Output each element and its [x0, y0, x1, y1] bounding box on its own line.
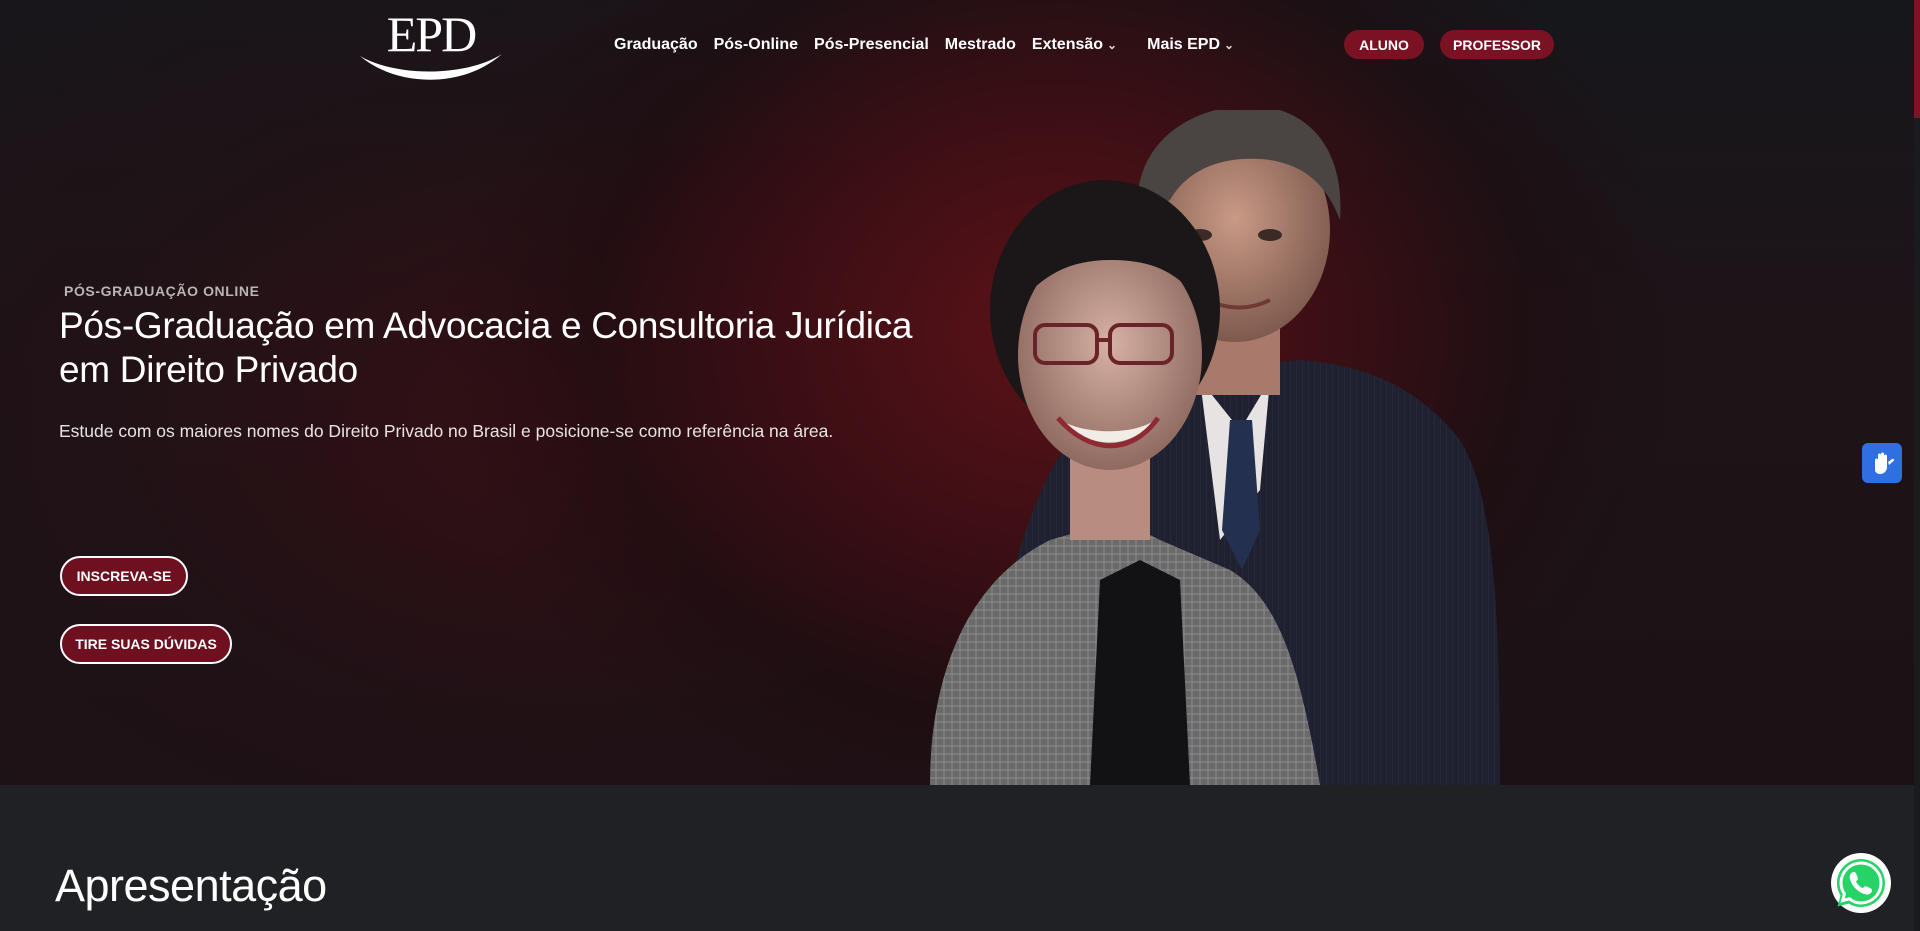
scrollbar-thumb[interactable] [1914, 0, 1920, 118]
chevron-down-icon: ⌄ [1224, 38, 1235, 52]
epd-logo[interactable]: EPD [358, 8, 504, 80]
scrollbar[interactable] [1914, 0, 1920, 931]
nav-extensao[interactable]: Extensão ⌄ [1032, 36, 1117, 54]
nav-pos-presencial[interactable]: Pós-Presencial [814, 36, 929, 54]
whatsapp-icon [1832, 854, 1890, 912]
chevron-down-icon: ⌄ [1107, 38, 1118, 52]
inscreva-se-button[interactable]: INSCREVA-SE [60, 556, 188, 596]
vlibras-hands-icon [1875, 452, 1895, 474]
page: EPD Graduação Pós-Online Pós-Presencial … [0, 0, 1920, 931]
main-nav: Graduação Pós-Online Pós-Presencial Mest… [614, 33, 1250, 57]
nav-mais-epd[interactable]: Mais EPD ⌄ [1147, 36, 1234, 54]
hero-subtitle: Estude com os maiores nomes do Direito P… [59, 421, 834, 441]
nav-pos-online-label: Pós-Online [713, 36, 799, 53]
hero-eyebrow: PÓS-GRADUAÇÃO ONLINE [64, 283, 260, 299]
tire-duvidas-button[interactable]: TIRE SUAS DÚVIDAS [60, 624, 232, 664]
nav-mestrado-label: Mestrado [944, 36, 1016, 53]
site-header: EPD Graduação Pós-Online Pós-Presencial … [0, 0, 1914, 90]
whatsapp-button[interactable] [1831, 853, 1891, 913]
nav-graduacao[interactable]: Graduação [614, 36, 698, 54]
professor-button[interactable]: PROFESSOR [1440, 30, 1554, 59]
nav-extensao-label: Extensão [1031, 36, 1104, 53]
vlibras-accessibility-button[interactable] [1862, 443, 1902, 483]
hero-title: Pós-Graduação em Advocacia e Consultoria… [59, 305, 913, 390]
nav-mais-epd-label: Mais EPD [1147, 36, 1221, 53]
hero-photo [930, 110, 1500, 785]
logo-swoosh-icon [360, 54, 502, 80]
nav-pos-online[interactable]: Pós-Online [714, 36, 798, 54]
nav-graduacao-label: Graduação [614, 36, 698, 53]
section-title: Apresentação [55, 860, 327, 911]
nav-mestrado[interactable]: Mestrado [945, 36, 1016, 54]
nav-pos-presencial-label: Pós-Presencial [814, 36, 929, 53]
aluno-button[interactable]: ALUNO [1344, 30, 1424, 59]
